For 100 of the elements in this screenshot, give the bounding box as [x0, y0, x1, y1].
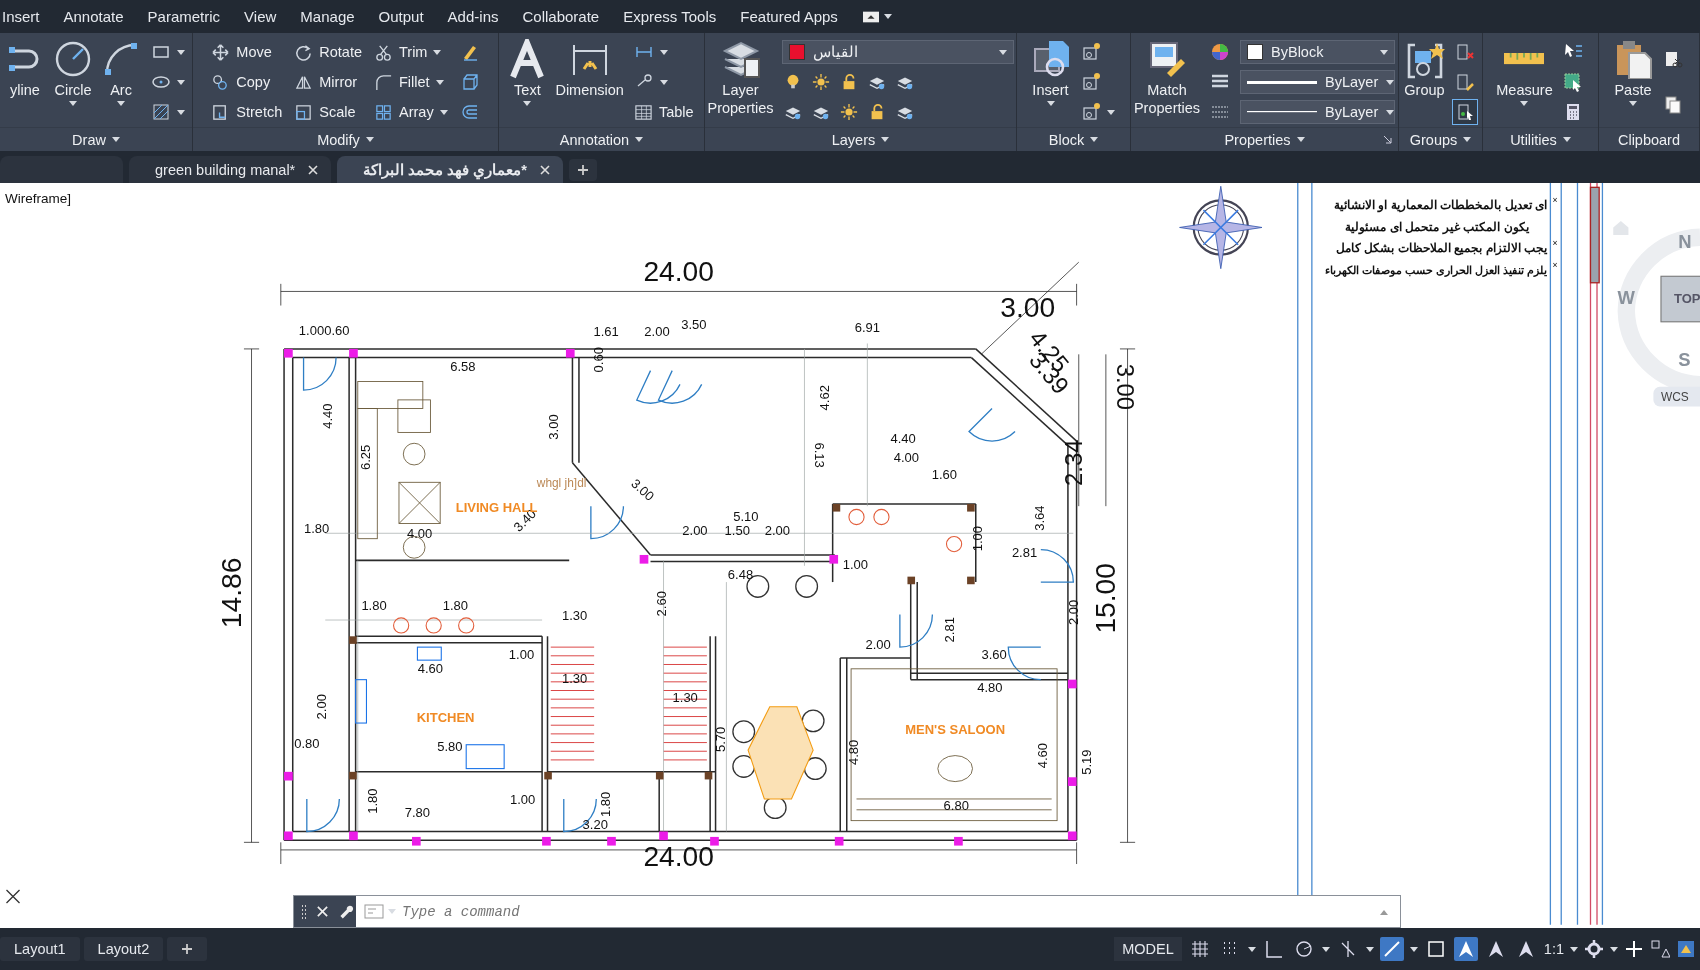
- ribbon-button[interactable]: Trim: [372, 40, 450, 64]
- viewport-label[interactable]: Wireframe]: [5, 191, 71, 206]
- compass-label: S: [1678, 349, 1691, 371]
- dialog-launcher-icon[interactable]: [1383, 135, 1392, 144]
- dimension-label: 3.00: [546, 414, 562, 440]
- panel-title[interactable]: Block: [1048, 131, 1099, 148]
- panel-title[interactable]: Utilities: [1510, 131, 1571, 148]
- ribbon-button[interactable]: Array: [372, 100, 450, 124]
- line-dropdown[interactable]: ByLayer: [1240, 100, 1396, 124]
- ribbon-button[interactable]: Rotate: [292, 40, 364, 64]
- file-tab[interactable]: green building manal*: [129, 156, 332, 183]
- ribbon-button[interactable]: Text: [507, 37, 548, 106]
- dimension-label: 3.00: [628, 475, 658, 504]
- group-edit-icon: [1454, 72, 1475, 92]
- menu-item[interactable]: Express Tools: [623, 8, 728, 25]
- caret-icon: [1380, 49, 1389, 55]
- settings-icon: [1584, 939, 1604, 959]
- ribbon-button[interactable]: Group: [1404, 37, 1445, 99]
- dimension-label: 4.60: [1035, 742, 1051, 769]
- dimension-label: 2.81: [942, 617, 958, 643]
- ribbon-button[interactable]: Paste: [1613, 37, 1653, 106]
- panel-title[interactable]: Annotation: [559, 131, 644, 148]
- dimension-label: 1.50: [724, 523, 750, 539]
- annotation-scale[interactable]: 1:1: [1543, 941, 1564, 957]
- menu-item[interactable]: Add-ins: [447, 8, 510, 25]
- model-space-button[interactable]: MODEL: [1114, 937, 1182, 961]
- ribbon-button[interactable]: Circle: [53, 37, 93, 106]
- ucs-menu[interactable]: [1653, 386, 1700, 407]
- match-properties-icon: [1147, 39, 1187, 79]
- menu-item[interactable]: Insert: [2, 8, 51, 25]
- ribbon-button[interactable]: Arc: [101, 37, 141, 106]
- ucs-label: WCS: [1660, 389, 1689, 404]
- compass-rose-icon: [1179, 185, 1263, 270]
- ribbon-button[interactable]: Match Properties: [1133, 37, 1201, 117]
- bullet-mark: ×: [1552, 259, 1558, 270]
- menu-item[interactable]: Output: [378, 8, 435, 25]
- file-tab[interactable]: معماري فهد محمد البراكة*: [337, 156, 563, 183]
- panel-title[interactable]: Properties: [1224, 131, 1305, 148]
- customize-icon: [1650, 939, 1670, 959]
- dimension-label: 4.80: [845, 739, 861, 765]
- note-text: يلزم تنفيذ العزل الحرارى حسب موصفات الكهرباء: [1325, 264, 1548, 277]
- dimension-label: 1.00: [509, 792, 536, 808]
- menu-item[interactable]: Parametric: [147, 8, 232, 25]
- dimension-label: 4.00: [406, 525, 433, 541]
- ribbon-button[interactable]: Stretch: [209, 100, 285, 124]
- plus-icon: [1624, 939, 1644, 959]
- panel-title[interactable]: Layers: [831, 131, 890, 148]
- ribbon-button[interactable]: Insert: [1030, 37, 1071, 106]
- dimension-label: 0.60: [590, 347, 606, 373]
- dimension-label: 6.48: [727, 566, 754, 582]
- ortho-icon: [1263, 939, 1284, 959]
- dimension-label: 1.80: [361, 598, 387, 614]
- ribbon-button[interactable]: Copy: [209, 70, 285, 94]
- new-layout-button[interactable]: [167, 937, 208, 961]
- panel-title[interactable]: Clipboard: [1617, 131, 1681, 148]
- dimension-label: 2.00: [644, 323, 670, 339]
- color-dropdown[interactable]: ByBlock: [1240, 40, 1396, 64]
- layer-dropdown[interactable]: القياس: [781, 40, 1014, 64]
- panel-title[interactable]: Groups: [1409, 131, 1472, 148]
- ribbon-button[interactable]: Dimension: [555, 37, 624, 99]
- status-toggle[interactable]: [1453, 937, 1478, 961]
- ribbon-button[interactable]: Table: [631, 100, 696, 124]
- ribbon-button[interactable]: Move: [209, 40, 285, 64]
- dimension-label: 6.80: [943, 797, 969, 813]
- panel-title[interactable]: Modify: [317, 131, 374, 148]
- dimension-label: 1.80: [365, 788, 381, 814]
- dimension-label: 5.10: [733, 509, 759, 525]
- layout-tab[interactable]: Layout1: [0, 937, 80, 961]
- layout-tab[interactable]: Layout2: [83, 937, 164, 961]
- ribbon-button[interactable]: Layer Properties: [707, 37, 774, 117]
- ribbon-button[interactable]: Mirror: [292, 70, 364, 94]
- menu-item[interactable]: Collaborate: [522, 8, 611, 25]
- new-tab-button[interactable]: [569, 159, 597, 181]
- ribbon-button[interactable]: Fillet: [372, 70, 450, 94]
- dimension-label: 4.80: [977, 679, 1003, 695]
- dimension-label: 1.00: [508, 647, 535, 663]
- workspace-icon: [1676, 939, 1696, 959]
- ucs-axis-icon: [5, 889, 21, 904]
- ribbon-icon-button[interactable]: [1452, 100, 1477, 124]
- panel-title[interactable]: Draw: [72, 131, 120, 148]
- ribbon-button[interactable]: yline: [5, 37, 45, 99]
- dimension-label: 3.20: [582, 817, 608, 833]
- menu-item[interactable]: Annotate: [63, 8, 135, 25]
- dimension-label: 2.60: [653, 591, 669, 617]
- line-dropdown[interactable]: ByLayer: [1240, 70, 1396, 94]
- viewcube[interactable]: [1660, 275, 1700, 323]
- ribbon-button[interactable]: Scale: [292, 100, 364, 124]
- menu-item[interactable]: View: [244, 8, 288, 25]
- dimension-label: 1.80: [598, 791, 614, 818]
- menu-item[interactable]: Manage: [300, 8, 366, 25]
- ribbon-button[interactable]: Measure: [1496, 37, 1553, 106]
- status-toggle[interactable]: [1379, 937, 1404, 961]
- select-all-icon: [1562, 72, 1583, 92]
- close-icon: [539, 163, 551, 176]
- bullet-mark: ×: [1552, 237, 1558, 248]
- move-icon: [211, 42, 231, 62]
- menu-item[interactable]: Featured Apps: [740, 8, 849, 25]
- dimension-label: 6.91: [854, 319, 880, 335]
- block-icon: [1080, 42, 1101, 62]
- dimension-label: 1.000.60: [298, 322, 350, 338]
